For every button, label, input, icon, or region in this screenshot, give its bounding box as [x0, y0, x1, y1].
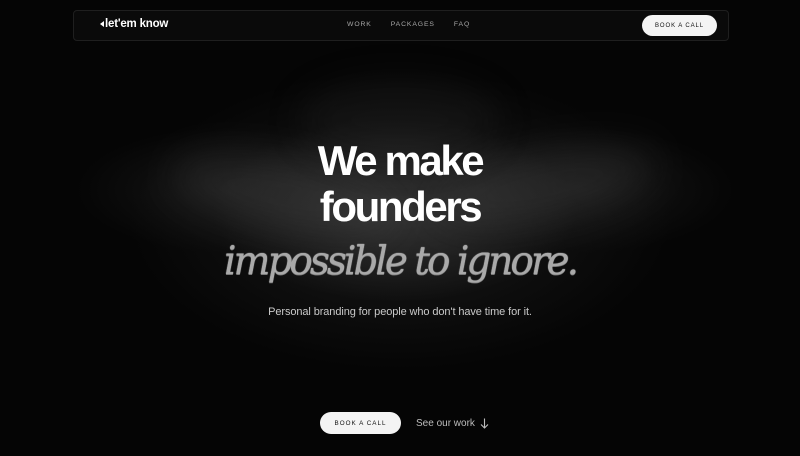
top-navbar: let'em know WORK PACKAGES FAQ BOOK A CAL… — [73, 10, 729, 41]
logo-text: let'em know — [105, 18, 169, 30]
hero-book-call-button[interactable]: BOOK A CALL — [320, 412, 401, 434]
brand-logo[interactable]: let'em know — [100, 18, 168, 30]
hero-cta-row: BOOK A CALL See our work — [320, 412, 489, 434]
hero-headline-italic: impossible to ignore. — [223, 239, 579, 284]
see-our-work-link[interactable]: See our work — [416, 418, 489, 429]
nav-link-packages[interactable]: PACKAGES — [391, 21, 435, 28]
see-our-work-label: See our work — [416, 417, 475, 429]
hero-headline-line1: We make — [317, 137, 485, 184]
nav-link-work[interactable]: WORK — [347, 21, 372, 28]
hero-subtitle: Personal branding for people who don't h… — [268, 306, 532, 318]
nav-links: WORK PACKAGES FAQ — [347, 21, 470, 28]
nav-link-faq[interactable]: FAQ — [454, 21, 470, 28]
arrow-down-icon — [480, 418, 489, 429]
nav-book-call-button[interactable]: BOOK A CALL — [642, 15, 717, 36]
logo-mark-icon — [100, 21, 104, 27]
hero-headline-line2: founders — [319, 183, 483, 230]
